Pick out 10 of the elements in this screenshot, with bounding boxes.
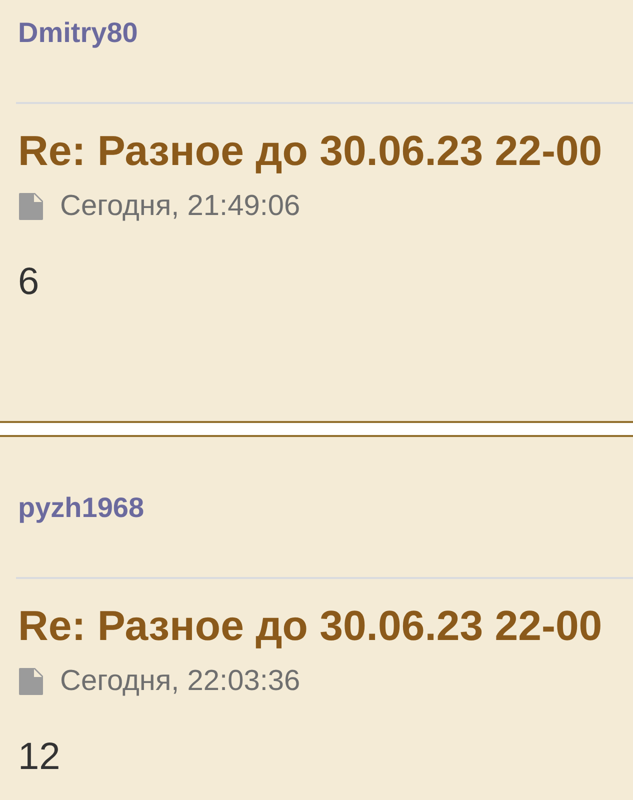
post-date: Сегодня, 22:03:36: [60, 664, 300, 698]
document-icon: [19, 668, 43, 694]
post-body: 12: [18, 735, 60, 780]
author-link[interactable]: Dmitry80: [18, 16, 138, 50]
post-title: Re: Разное до 30.06.23 22-00: [18, 601, 602, 651]
author-link[interactable]: pyzh1968: [18, 491, 144, 525]
post-date: Сегодня, 21:49:06: [60, 189, 300, 223]
post-title: Re: Разное до 30.06.23 22-00: [18, 126, 602, 176]
document-icon: [19, 192, 43, 220]
post-body: 6: [18, 260, 40, 305]
